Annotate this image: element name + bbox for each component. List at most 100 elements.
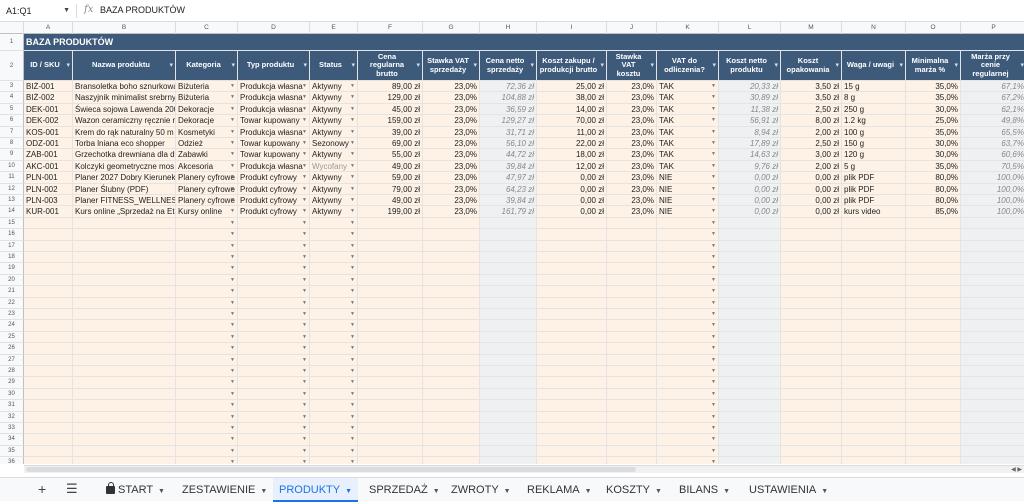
table-cell[interactable] [358,286,423,298]
table-cell[interactable]: ▼ [176,286,238,298]
dropdown-arrow-icon[interactable]: ▼ [711,366,716,376]
table-cell[interactable] [423,366,480,378]
table-cell[interactable]: TAK ▼ [657,103,719,116]
dropdown-arrow-icon[interactable]: ▼ [230,195,235,205]
table-cell[interactable]: Produkcja własna ▼ [238,126,310,138]
dropdown-arrow-icon[interactable]: ▼ [302,115,307,125]
row-number[interactable]: 34 [0,434,24,446]
dropdown-arrow-icon[interactable]: ▼ [302,195,307,205]
dropdown-arrow-icon[interactable]: ▼ [711,252,716,262]
table-cell[interactable]: NIE ▼ [657,183,719,195]
table-cell[interactable]: ▼ [238,388,310,401]
table-cell[interactable] [781,240,842,252]
dropdown-arrow-icon[interactable]: ▼ [711,184,716,194]
table-cell[interactable] [842,217,906,230]
table-cell[interactable] [607,445,657,458]
table-cell[interactable]: 0,00 zł [781,195,842,207]
row-number[interactable]: 1 [0,34,24,51]
table-cell[interactable] [423,263,480,275]
row-number[interactable]: 18 [0,252,24,264]
table-cell[interactable]: 23,0% [423,92,480,104]
table-cell[interactable] [842,434,906,446]
table-cell[interactable]: 23,0% [607,138,657,150]
table-cell[interactable]: Kurs online „Sprzedaż na Et [73,206,176,218]
table-cell[interactable]: Aktywny ▼ [310,103,358,116]
dropdown-arrow-icon[interactable]: ▼ [350,127,355,137]
table-cell[interactable] [73,217,176,230]
table-cell[interactable] [24,445,73,458]
dropdown-arrow-icon[interactable]: ▼ [350,343,355,353]
row-number[interactable]: 14 [0,206,24,218]
table-cell[interactable]: 23,0% [607,195,657,207]
table-cell[interactable] [537,343,607,355]
scroll-arrows-icon[interactable]: ◀ ▶ [1011,466,1022,473]
row-number[interactable]: 24 [0,320,24,332]
table-cell[interactable] [537,309,607,321]
dropdown-arrow-icon[interactable]: ▼ [302,252,307,262]
dropdown-arrow-icon[interactable]: ▼ [230,115,235,125]
table-cell[interactable]: 14,63 zł [719,149,781,161]
table-cell[interactable] [480,263,537,275]
table-cell[interactable]: 0,00 zł [537,195,607,207]
dropdown-arrow-icon[interactable]: ▼ [302,343,307,353]
dropdown-arrow-icon[interactable]: ▼ [302,218,307,228]
table-cell[interactable] [537,320,607,332]
table-cell[interactable] [537,377,607,389]
row-number[interactable]: 23 [0,309,24,321]
table-cell[interactable]: 63,7% [961,138,1024,150]
table-cell[interactable]: ▼ [176,229,238,241]
table-cell[interactable] [842,263,906,275]
table-cell[interactable]: Produkt cyfrowy ▼ [238,172,310,184]
header-cell[interactable]: Kategoria ▾ [176,51,238,81]
table-cell[interactable] [842,309,906,321]
dropdown-arrow-icon[interactable]: ▼ [350,332,355,342]
table-cell[interactable] [719,217,781,230]
table-cell[interactable]: 8,94 zł [719,126,781,138]
table-cell[interactable] [73,354,176,366]
tab-ustawienia[interactable]: USTAWIENIA ▼ [743,478,834,502]
select-all-corner[interactable] [0,22,24,34]
column-header-b[interactable]: B [73,22,176,34]
table-cell[interactable] [906,240,961,252]
dropdown-arrow-icon[interactable]: ▼ [711,332,716,342]
table-cell[interactable]: ▼ [176,354,238,366]
table-cell[interactable] [781,297,842,309]
dropdown-arrow-icon[interactable]: ▼ [302,423,307,433]
table-cell[interactable] [906,309,961,321]
table-cell[interactable] [537,252,607,264]
table-cell[interactable] [607,297,657,309]
chevron-down-icon[interactable]: ▼ [345,488,352,495]
filter-icon[interactable]: ▾ [650,62,654,71]
table-cell[interactable] [842,320,906,332]
dropdown-arrow-icon[interactable]: ▼ [350,195,355,205]
table-cell[interactable] [24,388,73,401]
table-cell[interactable]: KOS-001 [24,126,73,138]
table-cell[interactable]: ▼ [176,411,238,423]
table-cell[interactable]: 0,00 zł [537,206,607,218]
table-cell[interactable] [24,400,73,412]
dropdown-arrow-icon[interactable]: ▼ [230,389,235,399]
table-cell[interactable]: ▼ [176,263,238,275]
table-cell[interactable] [719,400,781,412]
table-cell[interactable] [906,229,961,241]
dropdown-arrow-icon[interactable]: ▼ [711,434,716,444]
table-cell[interactable]: PLN-003 [24,195,73,207]
column-header-h[interactable]: H [480,22,537,34]
dropdown-arrow-icon[interactable]: ▼ [711,104,716,114]
table-cell[interactable]: 22,00 zł [537,138,607,150]
dropdown-arrow-icon[interactable]: ▼ [230,149,235,159]
table-cell[interactable] [961,457,1024,464]
table-cell[interactable] [961,377,1024,389]
dropdown-arrow-icon[interactable]: ▼ [350,138,355,148]
row-number[interactable]: 35 [0,445,24,458]
table-cell[interactable] [607,331,657,344]
table-cell[interactable]: ▼ [238,423,310,435]
table-cell[interactable]: 62,1% [961,103,1024,116]
table-cell[interactable] [906,457,961,464]
table-cell[interactable]: 199,00 zł [358,206,423,218]
dropdown-arrow-icon[interactable]: ▼ [302,184,307,194]
table-cell[interactable] [24,457,73,464]
table-cell[interactable]: 0,00 zł [781,183,842,195]
table-cell[interactable] [961,411,1024,423]
header-cell[interactable]: Cena regularna brutto ▾ [358,51,423,81]
